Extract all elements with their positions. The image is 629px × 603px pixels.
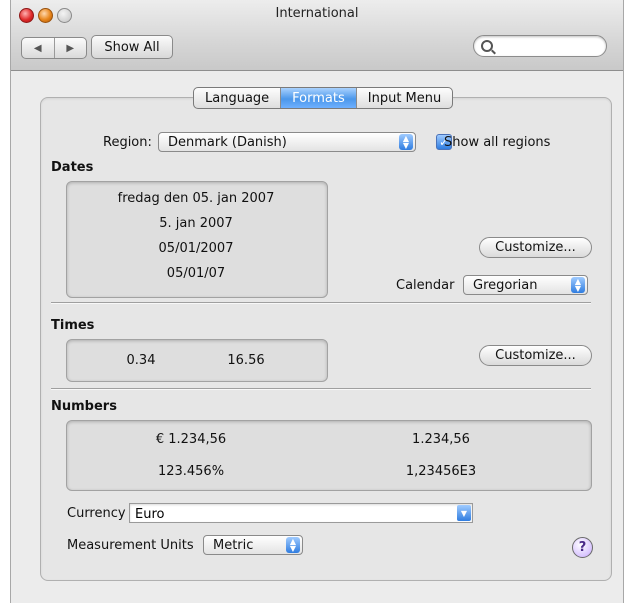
currency-sample: € 1.234,56 xyxy=(155,432,227,447)
section-divider xyxy=(51,388,591,390)
back-arrow-icon[interactable]: ◀ xyxy=(22,38,55,58)
tab-input-menu[interactable]: Input Menu xyxy=(355,88,452,108)
region-value: Denmark (Danish) xyxy=(168,134,287,150)
currency-input[interactable] xyxy=(133,505,453,523)
times-sample-box xyxy=(66,339,328,382)
popup-arrows-icon: ▲ ▼ xyxy=(571,277,585,293)
tab-formats[interactable]: Formats xyxy=(280,88,356,108)
scientific-sample: 1,23456E3 xyxy=(405,464,477,479)
popup-arrows-icon: ▲ ▼ xyxy=(286,537,300,553)
measurement-units-value: Metric xyxy=(213,537,254,553)
section-divider xyxy=(51,302,591,304)
back-forward-control: ◀ ▶ xyxy=(21,37,87,59)
search-field[interactable] xyxy=(473,35,607,57)
region-label: Region: xyxy=(103,135,152,150)
measurement-units-label: Measurement Units xyxy=(67,538,194,553)
dates-heading: Dates xyxy=(51,160,94,175)
date-full-sample: fredag den 05. jan 2007 xyxy=(117,191,275,206)
currency-combo[interactable]: ▼ xyxy=(129,503,473,523)
window-title: International xyxy=(275,6,359,21)
calendar-value: Gregorian xyxy=(473,277,538,293)
times-heading: Times xyxy=(51,318,95,333)
date-medium-sample: 05/01/2007 xyxy=(158,241,234,256)
title-bar: International ◀ ▶ Show All xyxy=(11,0,623,71)
time-short-sample: 0.34 xyxy=(126,353,156,368)
times-customize-button[interactable]: Customize... xyxy=(479,345,592,366)
chevron-down-icon[interactable]: ▼ xyxy=(457,505,471,521)
date-short-sample: 05/01/07 xyxy=(166,266,226,281)
forward-arrow-icon[interactable]: ▶ xyxy=(55,38,87,58)
date-long-sample: 5. jan 2007 xyxy=(159,216,233,231)
tab-bar: Language Formats Input Menu xyxy=(193,87,454,109)
popup-arrows-icon: ▲ ▼ xyxy=(399,134,413,150)
calendar-popup[interactable]: Gregorian ▲ ▼ xyxy=(463,275,588,295)
measurement-units-popup[interactable]: Metric ▲ ▼ xyxy=(203,535,303,555)
decimal-sample: 1.234,56 xyxy=(412,432,470,447)
calendar-label: Calendar xyxy=(396,278,455,293)
time-long-sample: 16.56 xyxy=(227,353,265,368)
help-icon[interactable]: ? xyxy=(572,537,593,558)
show-all-regions-label: Show all regions xyxy=(444,135,551,150)
currency-label: Currency xyxy=(67,506,126,521)
numbers-sample-box xyxy=(66,420,592,491)
search-input[interactable] xyxy=(498,37,602,55)
search-icon xyxy=(481,40,493,52)
show-all-button[interactable]: Show All xyxy=(91,35,173,59)
percent-sample: 123.456% xyxy=(157,464,225,479)
tab-language[interactable]: Language xyxy=(194,88,280,108)
preferences-window: International ◀ ▶ Show All Language Form… xyxy=(10,0,624,603)
numbers-heading: Numbers xyxy=(51,399,117,414)
dates-customize-button[interactable]: Customize... xyxy=(479,237,592,258)
region-popup[interactable]: Denmark (Danish) ▲ ▼ xyxy=(158,132,416,152)
